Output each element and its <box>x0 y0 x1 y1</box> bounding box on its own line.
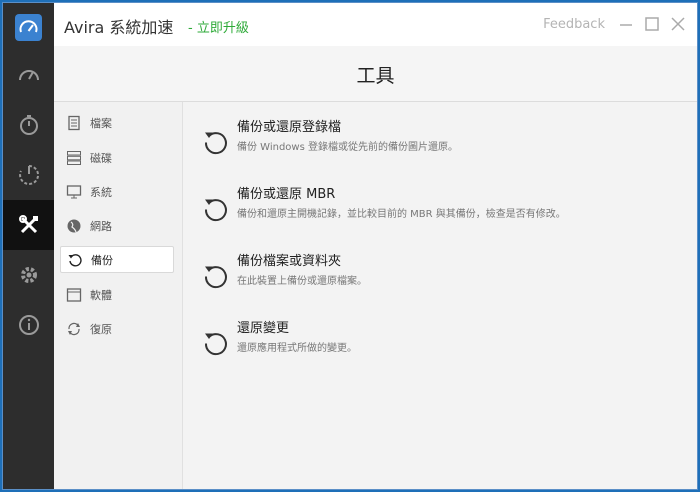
tool-mbr-backup[interactable]: 備份或還原 MBR 備份和還原主開機記錄，並比較目前的 MBR 與其備份，檢查是… <box>197 183 677 233</box>
tools-icon <box>18 215 38 234</box>
tool-restore-changes[interactable]: 還原變更 還原應用程式所做的變更。 <box>197 317 677 367</box>
globe-icon <box>67 219 81 232</box>
subnav-item-recovery[interactable]: 復原 <box>60 315 174 342</box>
subnav-item-disk[interactable]: 磁碟 <box>60 144 174 171</box>
subnav-item-backup[interactable]: 備份 <box>60 246 174 273</box>
tool-title: 備份檔案或資料夾 <box>237 254 342 269</box>
restore-arrow-icon <box>204 333 227 356</box>
tool-file-backup[interactable]: 備份檔案或資料夾 在此裝置上備份或還原檔案。 <box>197 250 677 300</box>
feedback-link[interactable]: Feedback <box>543 17 605 32</box>
subnav-item-system[interactable]: 系統 <box>60 178 174 205</box>
subnav-label: 網路 <box>90 219 112 233</box>
rail-item-speedometer[interactable] <box>3 50 54 100</box>
maximize-icon[interactable] <box>643 15 661 33</box>
window-icon <box>66 287 82 302</box>
restore-arrow-icon <box>204 266 227 289</box>
subnav-label: 軟體 <box>90 288 112 302</box>
tool-title: 備份或還原 MBR <box>237 187 336 202</box>
app-window: Avira 系統加速 - 立即升級 Feedback 工具 檔案 磁碟 系統 網… <box>2 2 698 490</box>
subnav-item-files[interactable]: 檔案 <box>60 109 174 136</box>
title-bar: Avira 系統加速 - 立即升級 Feedback <box>54 3 697 46</box>
subnav-item-software[interactable]: 軟體 <box>60 281 174 308</box>
tools-list: 備份或還原登錄檔 備份 Windows 登錄檔或從先前的備份圖片還原。 備份或還… <box>183 102 697 489</box>
rail-item-settings[interactable] <box>3 250 54 300</box>
speedometer-icon <box>18 70 39 81</box>
rail-item-tools[interactable] <box>3 200 54 250</box>
monitor-icon <box>66 184 82 198</box>
minimize-icon[interactable] <box>617 15 635 33</box>
tool-description: 備份 Windows 登錄檔或從先前的備份圖片還原。 <box>237 142 458 153</box>
subnav-item-network[interactable]: 網路 <box>60 212 174 239</box>
close-icon[interactable] <box>669 15 687 33</box>
tool-description: 在此裝置上備份或還原檔案。 <box>237 276 367 287</box>
rail-item-stopwatch[interactable] <box>3 100 54 150</box>
restore-arrow-icon <box>204 132 227 155</box>
document-icon <box>68 115 80 130</box>
rail-item-power[interactable] <box>3 150 54 200</box>
page-title: 工具 <box>356 65 395 87</box>
restore-arrow-icon <box>204 199 227 222</box>
rail-item-info[interactable] <box>3 300 54 350</box>
gear-icon <box>20 267 37 283</box>
tool-registry-backup[interactable]: 備份或還原登錄檔 備份 Windows 登錄檔或從先前的備份圖片還原。 <box>197 116 677 166</box>
tool-title: 還原變更 <box>237 321 290 336</box>
subnav-label: 檔案 <box>90 116 112 130</box>
page-header: 工具 <box>54 46 697 102</box>
recycle-icon <box>68 322 80 335</box>
subnav-label: 系統 <box>90 185 112 199</box>
subnav-label: 復原 <box>90 322 112 336</box>
tool-description: 備份和還原主開機記錄，並比較目前的 MBR 與其備份，檢查是否有修改。 <box>237 209 566 220</box>
subnav-label: 磁碟 <box>90 151 112 165</box>
info-icon <box>18 315 39 335</box>
power-cycle-icon <box>18 164 39 185</box>
app-title: Avira 系統加速 <box>64 18 174 37</box>
speed-logo-icon <box>19 20 38 33</box>
upgrade-link[interactable]: - 立即升級 <box>188 17 249 36</box>
left-rail <box>3 3 54 489</box>
stopwatch-icon <box>19 115 38 135</box>
subnav-label: 備份 <box>91 253 113 267</box>
avira-logo <box>15 14 42 41</box>
restore-arrow-icon <box>68 253 82 266</box>
sub-navigation: 檔案 磁碟 系統 網路 備份 軟體 復原 <box>54 102 183 489</box>
disk-stack-icon <box>67 150 81 165</box>
tool-description: 還原應用程式所做的變更。 <box>237 343 357 354</box>
tool-title: 備份或還原登錄檔 <box>237 120 342 135</box>
